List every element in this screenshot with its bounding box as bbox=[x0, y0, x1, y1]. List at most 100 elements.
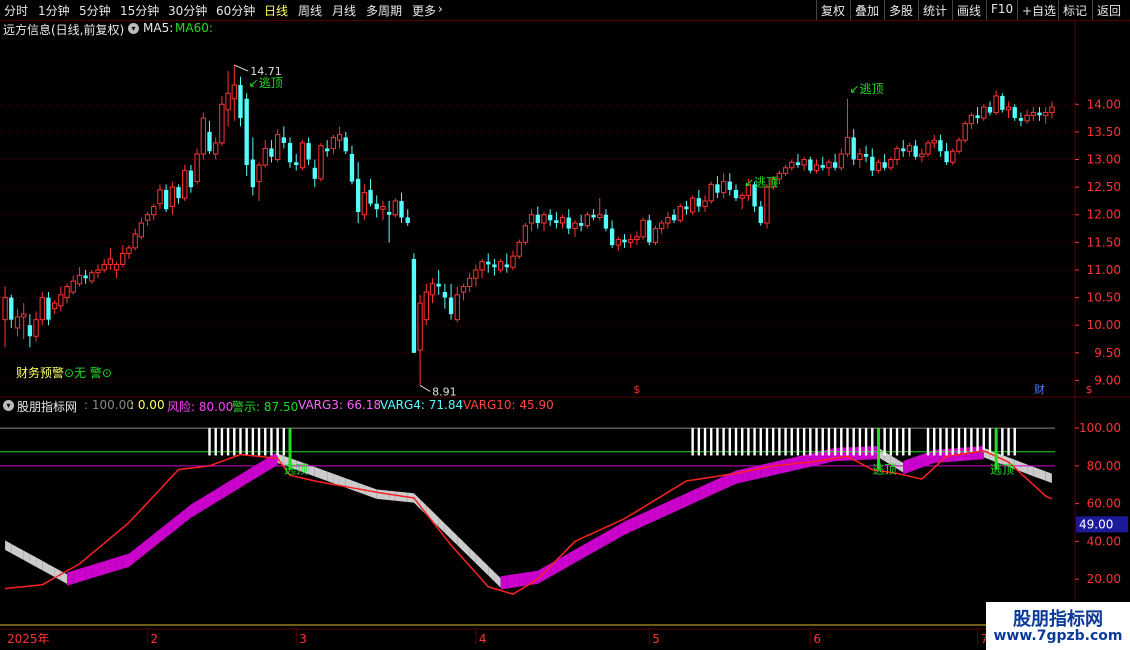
toolbar-tab-8[interactable]: 月线 bbox=[332, 2, 356, 19]
toolbar-tab-9[interactable]: 多周期 bbox=[366, 2, 402, 19]
band-segment bbox=[178, 509, 185, 528]
candle-body-down bbox=[436, 283, 441, 287]
band-segment bbox=[655, 504, 662, 521]
ind-tick-label: 20.00 bbox=[1087, 572, 1121, 586]
toolbar-btn-0[interactable]: 复权 bbox=[821, 2, 845, 19]
band-segment bbox=[791, 456, 798, 472]
candle-body-up bbox=[39, 297, 45, 321]
toolbar-tab-2[interactable]: 5分钟 bbox=[79, 2, 111, 19]
main-tick-label: 10.00 bbox=[1087, 318, 1121, 332]
band-segment bbox=[376, 489, 383, 500]
high-label: 14.71 bbox=[250, 65, 282, 78]
main-tick-label: 13.00 bbox=[1087, 153, 1121, 167]
band-segment bbox=[661, 501, 668, 518]
candle-body-down bbox=[752, 184, 757, 207]
signal-bar bbox=[957, 428, 961, 455]
band-segment bbox=[358, 482, 365, 495]
candle-body-down bbox=[399, 200, 404, 218]
main-settings-icon[interactable]: ▾ bbox=[128, 21, 139, 35]
toolbar-tab-6[interactable]: 日线 bbox=[264, 2, 288, 19]
band-segment bbox=[506, 574, 514, 589]
candle-body-down bbox=[733, 189, 739, 199]
candle-body-up bbox=[528, 214, 535, 224]
x-tick-label: 6 bbox=[813, 632, 821, 646]
candle-body-up bbox=[479, 261, 485, 271]
last-value-label: 49.00 bbox=[1079, 517, 1113, 531]
toolbar-tab-1[interactable]: 1分钟 bbox=[38, 2, 70, 19]
band-segment bbox=[265, 455, 272, 473]
candle-body-up bbox=[120, 252, 126, 265]
candle-body-up bbox=[200, 117, 206, 155]
candle-body-up bbox=[584, 214, 591, 227]
signal-bar bbox=[257, 428, 261, 456]
signal-bar bbox=[802, 428, 806, 456]
candle-body-down bbox=[609, 228, 615, 246]
toolbar-tab-3[interactable]: 15分钟 bbox=[120, 2, 159, 19]
signal-bar bbox=[988, 428, 992, 454]
toolbar-tab-7[interactable]: 周线 bbox=[298, 2, 322, 19]
candle-body-down bbox=[325, 148, 330, 152]
candle-body-up bbox=[454, 294, 460, 321]
candle-body-down bbox=[442, 292, 448, 298]
toolbar-btn-3[interactable]: 统计 bbox=[923, 2, 947, 19]
candle-body-down bbox=[578, 223, 584, 226]
candle-body-down bbox=[250, 159, 256, 188]
ind-signal-bar bbox=[876, 428, 880, 470]
band-segment bbox=[1033, 466, 1040, 479]
signal-bar bbox=[288, 428, 292, 456]
indicator-p2: : 0.00 bbox=[130, 398, 165, 412]
toolbar-btn-7[interactable]: 标记 bbox=[1063, 2, 1087, 19]
candle-body-down bbox=[386, 211, 392, 215]
candle-body-down bbox=[294, 162, 299, 166]
toolbar-btn-5[interactable]: F10 bbox=[991, 2, 1013, 16]
candle-body-up bbox=[460, 286, 467, 293]
signal-bar bbox=[976, 428, 979, 452]
toolbar-btn-2[interactable]: 多股 bbox=[889, 2, 913, 19]
toolbar-tab-0[interactable]: 分时 bbox=[4, 2, 28, 19]
toolbar-tab-5[interactable]: 60分钟 bbox=[216, 2, 255, 19]
band-segment bbox=[314, 467, 321, 479]
candle-body-down bbox=[832, 162, 838, 168]
toolbar-btn-6[interactable]: +自选 bbox=[1022, 2, 1056, 19]
signal-bar bbox=[226, 428, 230, 456]
candle-body-up bbox=[801, 159, 807, 166]
candle-body-up bbox=[720, 181, 727, 194]
band-segment bbox=[432, 511, 439, 527]
band-segment bbox=[742, 467, 749, 483]
ind-signal-bar bbox=[994, 428, 998, 470]
candle-body-up bbox=[677, 205, 683, 221]
financial-warning[interactable]: 财务预警⊙无 警⊙ bbox=[16, 364, 112, 381]
candle-body-down bbox=[715, 184, 720, 193]
toolbar-tab-4[interactable]: 30分钟 bbox=[168, 2, 207, 19]
band-segment bbox=[624, 518, 631, 535]
candle-body-up bbox=[962, 123, 968, 141]
candle-body-up bbox=[665, 217, 671, 224]
band-segment bbox=[426, 505, 433, 521]
signal-bar bbox=[734, 428, 738, 456]
band-segment bbox=[457, 535, 464, 552]
toolbar-btn-8[interactable]: 返回 bbox=[1097, 2, 1121, 19]
band-segment bbox=[779, 459, 786, 474]
indicator-settings-icon[interactable]: ▾ bbox=[3, 398, 14, 412]
band-segment bbox=[407, 492, 414, 503]
toolbar-tab-10[interactable]: 更多 bbox=[412, 2, 436, 19]
toolbar-separator bbox=[850, 0, 851, 20]
band-segment bbox=[531, 570, 538, 585]
candle-body-up bbox=[813, 164, 820, 172]
signal-bar bbox=[858, 428, 862, 456]
signal-bar bbox=[691, 428, 694, 456]
candle-body-down bbox=[758, 206, 763, 224]
band-segment bbox=[636, 513, 644, 530]
candle-body-up bbox=[597, 214, 603, 219]
candle-body-up bbox=[1049, 106, 1055, 114]
candle-body-down bbox=[355, 178, 361, 212]
more-chevron-icon[interactable]: › bbox=[438, 2, 443, 16]
signal-bar bbox=[926, 428, 930, 456]
toolbar-btn-1[interactable]: 叠加 bbox=[855, 2, 879, 19]
toolbar-btn-4[interactable]: 画线 bbox=[957, 2, 981, 19]
candle-body-down bbox=[207, 131, 212, 152]
band-segment bbox=[866, 446, 873, 460]
main-signal-label: ↙逃顶 bbox=[849, 82, 883, 96]
candle-body-up bbox=[89, 272, 95, 282]
signal-bar bbox=[871, 428, 874, 456]
